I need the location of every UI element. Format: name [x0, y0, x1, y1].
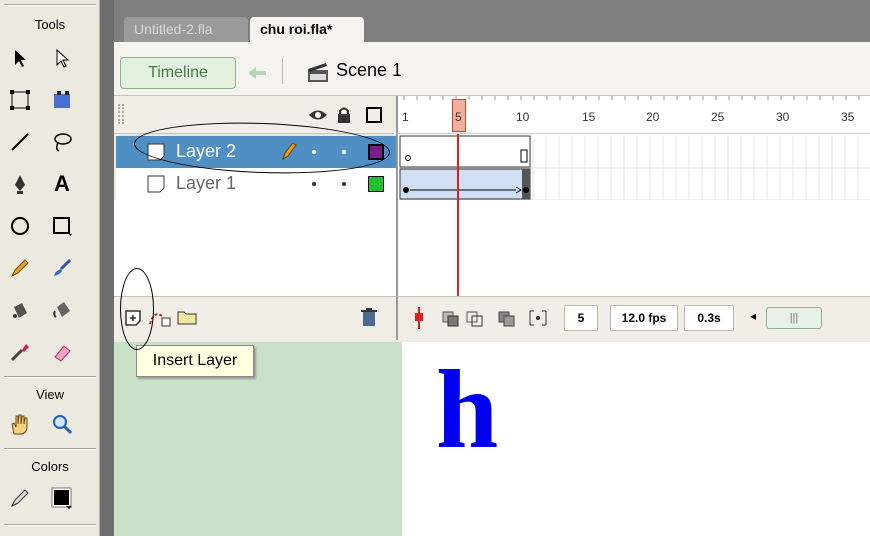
insert-layer-folder-icon[interactable]: [176, 308, 198, 331]
panel-gutter: [100, 0, 114, 536]
stroke-color-swatch[interactable]: [48, 484, 76, 512]
show-hide-all-eye-icon[interactable]: [308, 108, 328, 127]
frame-cells: [398, 135, 870, 200]
ruler-tick-label: 25: [711, 110, 725, 124]
scene-icon: [306, 60, 330, 89]
rectangle-tool-icon[interactable]: [48, 212, 76, 240]
ruler-tick-label: 10: [516, 110, 530, 124]
brush-tool-icon[interactable]: [48, 254, 76, 282]
oval-tool-icon[interactable]: [6, 212, 34, 240]
free-transform-tool-icon[interactable]: [6, 86, 34, 114]
frame-rate-field[interactable]: 12.0 fps: [610, 305, 678, 331]
annotation-ellipse-insert-layer: [120, 268, 154, 350]
tools-panel: Tools A View Colors: [0, 0, 100, 536]
layer-list-empty-area: [114, 200, 396, 296]
ruler-tick-label: 20: [646, 110, 660, 124]
divider: [4, 524, 96, 526]
eraser-tool-icon[interactable]: [48, 338, 76, 366]
back-arrow-icon[interactable]: [246, 64, 268, 87]
hand-tool-icon[interactable]: [6, 410, 34, 438]
layer-name[interactable]: Layer 1: [176, 173, 236, 194]
ruler-tick-label: 1: [402, 110, 409, 124]
ruler-tick-label: 35: [841, 110, 855, 124]
line-tool-icon[interactable]: [6, 128, 34, 156]
insert-layer-tooltip: Insert Layer: [136, 345, 254, 377]
scene-label[interactable]: Scene 1: [336, 60, 402, 81]
horizontal-scrollbar-thumb[interactable]: |||: [766, 307, 822, 329]
divider: [4, 448, 96, 450]
stage-text-h[interactable]: h: [436, 350, 498, 470]
lock-all-icon[interactable]: [336, 106, 352, 129]
text-tool-icon[interactable]: A: [48, 170, 76, 198]
zoom-tool-icon[interactable]: [48, 410, 76, 438]
eyedropper-tool-icon[interactable]: [6, 338, 34, 366]
edit-multiple-frames-icon[interactable]: [498, 311, 516, 332]
center-frame-icon[interactable]: [412, 305, 426, 336]
frame-ruler[interactable]: 1 5 10 15 20 25 30 35: [396, 96, 870, 134]
edit-bar: Timeline Scene 1: [114, 42, 870, 96]
outline-all-icon[interactable]: [366, 107, 382, 123]
onion-skin-icon[interactable]: [442, 311, 460, 332]
tab-chu-roi[interactable]: chu roi.fla*: [250, 17, 364, 42]
ruler-tick-label: 30: [776, 110, 790, 124]
paint-bucket-tool-icon[interactable]: [48, 296, 76, 324]
layer-toolbar: [114, 296, 396, 340]
layer-icon: [146, 174, 166, 199]
frames-grid[interactable]: [396, 134, 870, 296]
pencil-tool-icon[interactable]: [6, 254, 34, 282]
playhead-line: [457, 134, 459, 298]
colors-title: Colors: [31, 459, 69, 474]
scroll-left-arrow-icon[interactable]: ◂: [750, 309, 756, 323]
view-title: View: [36, 387, 64, 402]
selection-tool-icon[interactable]: [6, 44, 34, 72]
subselection-tool-icon[interactable]: [48, 44, 76, 72]
stroke-color-icon[interactable]: [6, 484, 34, 512]
stage[interactable]: h: [402, 342, 870, 536]
ruler-tick-label: 15: [582, 110, 596, 124]
ruler-tick-label: 5: [455, 110, 462, 124]
fill-transform-tool-icon[interactable]: [48, 86, 76, 114]
lasso-tool-icon[interactable]: [48, 128, 76, 156]
current-frame-field[interactable]: 5: [564, 305, 598, 331]
divider: [282, 58, 283, 84]
drag-handle-icon[interactable]: [118, 104, 124, 124]
timeline-status-bar: 5 12.0 fps 0.3s ◂ |||: [396, 296, 870, 340]
timeline-toggle-button[interactable]: Timeline: [120, 57, 236, 89]
tools-title: Tools: [34, 17, 66, 32]
elapsed-time-field[interactable]: 0.3s: [684, 305, 734, 331]
lock-dot[interactable]: [342, 182, 346, 186]
ruler-ticks: [403, 96, 860, 100]
visibility-dot[interactable]: [312, 182, 316, 186]
modify-onion-markers-icon[interactable]: [528, 309, 548, 332]
tab-untitled-2[interactable]: Untitled-2.fla: [124, 17, 248, 42]
divider: [4, 376, 96, 378]
outline-color-swatch[interactable]: [368, 176, 384, 192]
pen-tool-icon[interactable]: [6, 170, 34, 198]
ink-bottle-tool-icon[interactable]: [6, 296, 34, 324]
onion-skin-outlines-icon[interactable]: [466, 311, 484, 332]
document-tab-bar: Untitled-2.fla chu roi.fla*: [114, 0, 870, 42]
divider: [4, 4, 96, 6]
delete-layer-trash-icon[interactable]: [360, 307, 378, 332]
